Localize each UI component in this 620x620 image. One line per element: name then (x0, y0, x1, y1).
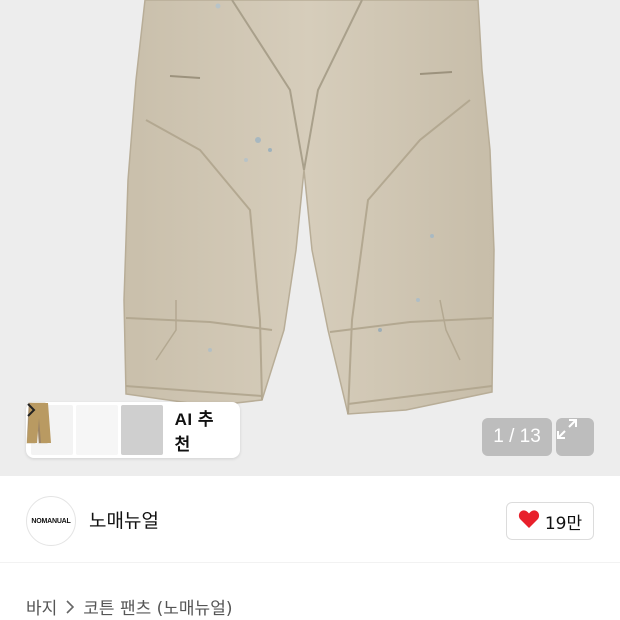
like-count: 19만 (544, 513, 583, 534)
brand-logo[interactable]: NOMANUAL (26, 496, 76, 546)
product-image-gallery[interactable]: AI 추천 1 / 13 (0, 0, 620, 476)
ai-recommend-chip[interactable]: AI 추천 (26, 402, 240, 458)
breadcrumb-category[interactable]: 바지 (26, 594, 57, 619)
like-button[interactable]: 19만 (506, 502, 594, 540)
breadcrumb: 바지 코튼 팬츠 (노매뉴얼) (26, 594, 232, 619)
image-counter: 1 / 13 (482, 418, 552, 456)
breadcrumb-product[interactable]: 코튼 팬츠 (노매뉴얼) (83, 594, 232, 619)
heart-icon (518, 509, 540, 533)
recommend-thumbnail-2[interactable] (27, 403, 118, 455)
brand-logo-text: NOMANUAL (31, 517, 71, 525)
chevron-right-icon (66, 599, 75, 614)
expand-image-button[interactable] (556, 418, 594, 456)
brand-name[interactable]: 노매뉴얼 (89, 506, 159, 533)
recommend-thumbnail-3[interactable] (27, 403, 163, 455)
ai-recommend-label: AI 추천 (174, 410, 214, 454)
divider (0, 562, 620, 563)
